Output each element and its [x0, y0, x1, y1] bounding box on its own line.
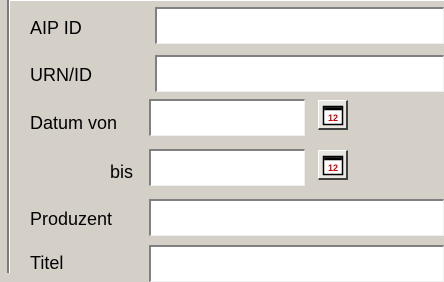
- produzent-label: Produzent: [30, 209, 113, 229]
- bis-label: bis: [110, 162, 134, 182]
- bis-field[interactable]: [149, 149, 305, 186]
- svg-text:12: 12: [327, 163, 337, 173]
- titel-field[interactable]: [149, 245, 444, 282]
- urn-id-input[interactable]: [157, 57, 443, 91]
- calendar-icon: 12: [322, 105, 343, 125]
- aip-id-label: AIP ID: [30, 18, 82, 38]
- aip-id-field[interactable]: [155, 7, 444, 44]
- form-left-border: [7, 0, 10, 273]
- urn-id-label: URN/ID: [30, 65, 92, 85]
- titel-input[interactable]: [151, 247, 443, 281]
- datum-von-field[interactable]: [149, 99, 305, 136]
- urn-id-field[interactable]: [155, 55, 444, 92]
- bis-calendar-button[interactable]: 12: [318, 150, 348, 180]
- bis-input[interactable]: [151, 151, 304, 185]
- titel-label: Titel: [30, 253, 64, 273]
- datum-von-input[interactable]: [151, 101, 304, 135]
- aip-id-input[interactable]: [157, 9, 443, 43]
- svg-text:12: 12: [327, 113, 337, 123]
- datum-von-label: Datum von: [30, 113, 118, 133]
- produzent-field[interactable]: [149, 199, 444, 236]
- produzent-input[interactable]: [151, 201, 443, 235]
- form-top-edge: [9, 0, 444, 1]
- datum-von-calendar-button[interactable]: 12: [318, 100, 348, 130]
- calendar-icon: 12: [322, 155, 343, 175]
